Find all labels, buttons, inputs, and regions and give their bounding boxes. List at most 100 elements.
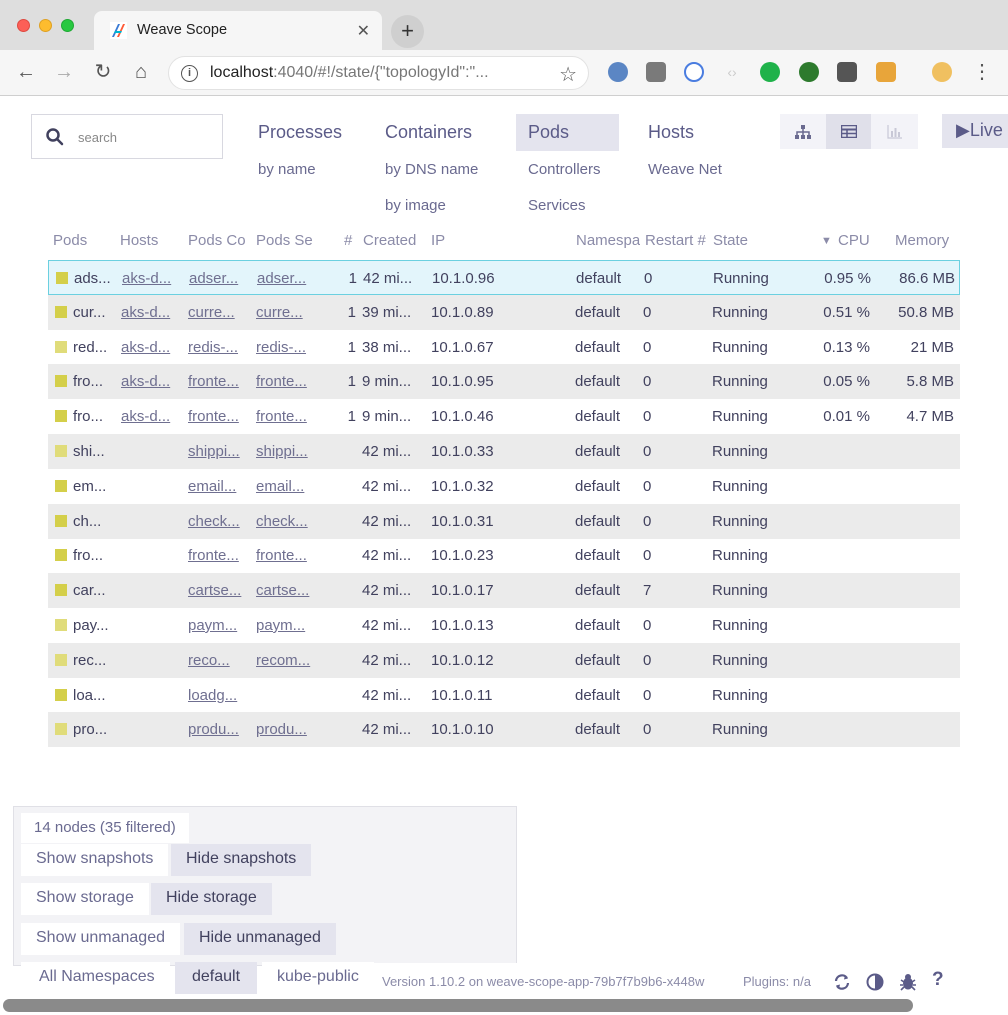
extension-ublock-icon[interactable] bbox=[646, 62, 666, 82]
pod-host-link[interactable]: aks-d... bbox=[121, 304, 173, 321]
sub-topology-by-image[interactable]: by image bbox=[385, 197, 446, 214]
graph-view-button[interactable] bbox=[780, 114, 825, 149]
pod-service-link[interactable]: cartse... bbox=[256, 582, 316, 599]
column-header-restarts[interactable]: Restart # bbox=[645, 232, 715, 249]
pod-host-link[interactable]: aks-d... bbox=[121, 373, 173, 390]
pod-service-link[interactable]: check... bbox=[256, 513, 316, 530]
sub-topology-controllers[interactable]: Controllers bbox=[528, 161, 601, 178]
table-row[interactable]: ads... aks-d... adser... adser... 1 42 mi... 1… bbox=[48, 260, 960, 295]
browser-menu-icon[interactable]: ⋮ bbox=[970, 60, 994, 84]
namespace-kube-public-button[interactable]: kube-public bbox=[262, 962, 374, 994]
column-header-count[interactable]: # bbox=[344, 232, 364, 249]
show-unmanaged-button[interactable]: Show unmanaged bbox=[21, 923, 180, 955]
column-header-cpu[interactable]: CPU bbox=[838, 232, 883, 249]
pod-host-link[interactable]: aks-d... bbox=[121, 339, 173, 356]
pod-host-link[interactable]: aks-d... bbox=[121, 408, 173, 425]
maximize-window-button[interactable] bbox=[61, 19, 74, 32]
hide-storage-button[interactable]: Hide storage bbox=[151, 883, 272, 915]
pod-controller-link[interactable]: fronte... bbox=[188, 408, 246, 425]
bookmark-star-icon[interactable]: ☆ bbox=[559, 62, 577, 87]
extension-grid-icon[interactable] bbox=[837, 62, 857, 82]
pod-controller-link[interactable]: adser... bbox=[189, 270, 247, 287]
table-view-button[interactable] bbox=[826, 114, 871, 149]
pod-controller-link[interactable]: reco... bbox=[188, 652, 246, 669]
column-header-ip[interactable]: IP bbox=[431, 232, 491, 249]
pod-service-link[interactable]: fronte... bbox=[256, 373, 316, 390]
extension-6-icon[interactable] bbox=[799, 62, 819, 82]
pod-host-link[interactable]: aks-d... bbox=[122, 270, 174, 287]
reload-button[interactable]: ↻ bbox=[91, 60, 115, 84]
pod-controller-link[interactable]: redis-... bbox=[188, 339, 246, 356]
table-row[interactable]: fro... fronte... fronte... 42 mi... 10.1.0.2… bbox=[48, 538, 960, 573]
pod-controller-link[interactable]: cartse... bbox=[188, 582, 246, 599]
close-window-button[interactable] bbox=[17, 19, 30, 32]
pod-controller-link[interactable]: email... bbox=[188, 478, 246, 495]
table-row[interactable]: cur... aks-d... curre... curre... 1 39 mi... 1… bbox=[48, 294, 960, 330]
browser-tab[interactable]: Weave Scope ✕ bbox=[94, 11, 382, 50]
sub-topology-services[interactable]: Services bbox=[528, 197, 586, 214]
sub-topology-by-dns-name[interactable]: by DNS name bbox=[385, 161, 478, 178]
live-button[interactable]: ▶Live bbox=[942, 114, 1008, 148]
profile-avatar[interactable] bbox=[932, 62, 952, 82]
bug-icon[interactable] bbox=[898, 972, 918, 992]
show-snapshots-button[interactable]: Show snapshots bbox=[21, 844, 169, 876]
extension-grammarly-icon[interactable] bbox=[760, 62, 780, 82]
pod-controller-link[interactable]: paym... bbox=[188, 617, 246, 634]
pod-service-link[interactable]: email... bbox=[256, 478, 316, 495]
pod-service-link[interactable]: fronte... bbox=[256, 408, 316, 425]
pod-service-link[interactable]: produ... bbox=[256, 721, 316, 738]
pod-controller-link[interactable]: fronte... bbox=[188, 547, 246, 564]
topology-processes[interactable]: Processes bbox=[246, 114, 354, 151]
minimize-window-button[interactable] bbox=[39, 19, 52, 32]
table-row[interactable]: pay... paym... paym... 42 mi... 10.1.0.13 def… bbox=[48, 608, 960, 643]
table-row[interactable]: fro... aks-d... fronte... fronte... 1 9 min..… bbox=[48, 364, 960, 400]
help-icon[interactable]: ? bbox=[932, 969, 952, 990]
pod-service-link[interactable]: shippi... bbox=[256, 443, 316, 460]
url-text[interactable]: localhost:4040/#!/state/{"topologyId":".… bbox=[210, 64, 540, 82]
column-header-state[interactable]: State bbox=[713, 232, 773, 249]
column-header-memory[interactable]: Memory bbox=[895, 232, 960, 249]
horizontal-scrollbar[interactable] bbox=[3, 999, 913, 1012]
column-header-pods[interactable]: Pods bbox=[53, 232, 113, 249]
table-row[interactable]: shi... shippi... shippi... 42 mi... 10.1.0.3… bbox=[48, 434, 960, 469]
refresh-icon[interactable] bbox=[832, 972, 852, 992]
sub-topology-by-name[interactable]: by name bbox=[258, 161, 316, 178]
pod-controller-link[interactable]: loadg... bbox=[188, 687, 246, 704]
search-box[interactable] bbox=[31, 114, 223, 159]
table-row[interactable]: ch... check... check... 42 mi... 10.1.0.31 de… bbox=[48, 503, 960, 539]
column-header-pods-controllers[interactable]: Pods Co bbox=[188, 232, 252, 249]
table-row[interactable]: red... aks-d... redis-... redis-... 1 38 mi..… bbox=[48, 330, 960, 365]
namespace-all-button[interactable]: All Namespaces bbox=[21, 962, 170, 994]
table-row[interactable]: car... cartse... cartse... 42 mi... 10.1.0.1… bbox=[48, 573, 960, 609]
topology-pods[interactable]: Pods bbox=[516, 114, 619, 151]
topology-containers[interactable]: Containers bbox=[373, 114, 484, 151]
pod-controller-link[interactable]: fronte... bbox=[188, 373, 246, 390]
column-header-namespace[interactable]: Namespa bbox=[576, 232, 640, 249]
sub-topology-weave-net[interactable]: Weave Net bbox=[648, 161, 722, 178]
pod-service-link[interactable]: fronte... bbox=[256, 547, 316, 564]
pod-service-link[interactable]: adser... bbox=[257, 270, 317, 287]
forward-button[interactable]: → bbox=[52, 60, 76, 84]
pod-controller-link[interactable]: check... bbox=[188, 513, 246, 530]
pod-service-link[interactable]: curre... bbox=[256, 304, 316, 321]
topology-hosts[interactable]: Hosts bbox=[636, 114, 706, 151]
pod-controller-link[interactable]: curre... bbox=[188, 304, 246, 321]
info-icon[interactable]: i bbox=[181, 65, 198, 82]
table-row[interactable]: fro... aks-d... fronte... fronte... 1 9 min..… bbox=[48, 399, 960, 434]
resources-view-button[interactable] bbox=[872, 114, 917, 149]
column-header-hosts[interactable]: Hosts bbox=[120, 232, 180, 249]
show-storage-button[interactable]: Show storage bbox=[21, 883, 149, 915]
pod-service-link[interactable]: redis-... bbox=[256, 339, 316, 356]
close-tab-icon[interactable]: ✕ bbox=[357, 21, 370, 41]
address-bar[interactable]: i localhost:4040/#!/state/{"topologyId":… bbox=[168, 56, 589, 90]
extension-3-icon[interactable] bbox=[684, 62, 704, 82]
search-input[interactable] bbox=[78, 127, 208, 147]
table-row[interactable]: em... email... email... 42 mi... 10.1.0.32 de… bbox=[48, 469, 960, 504]
pod-controller-link[interactable]: produ... bbox=[188, 721, 246, 738]
table-row[interactable]: rec... reco... recom... 42 mi... 10.1.0.12 de… bbox=[48, 642, 960, 678]
hide-unmanaged-button[interactable]: Hide unmanaged bbox=[184, 923, 336, 955]
home-button[interactable]: ⌂ bbox=[129, 60, 153, 84]
table-row[interactable]: loa... loadg... 42 mi... 10.1.0.11 default 0 R… bbox=[48, 678, 960, 713]
pod-controller-link[interactable]: shippi... bbox=[188, 443, 246, 460]
column-header-pods-services[interactable]: Pods Se bbox=[256, 232, 320, 249]
